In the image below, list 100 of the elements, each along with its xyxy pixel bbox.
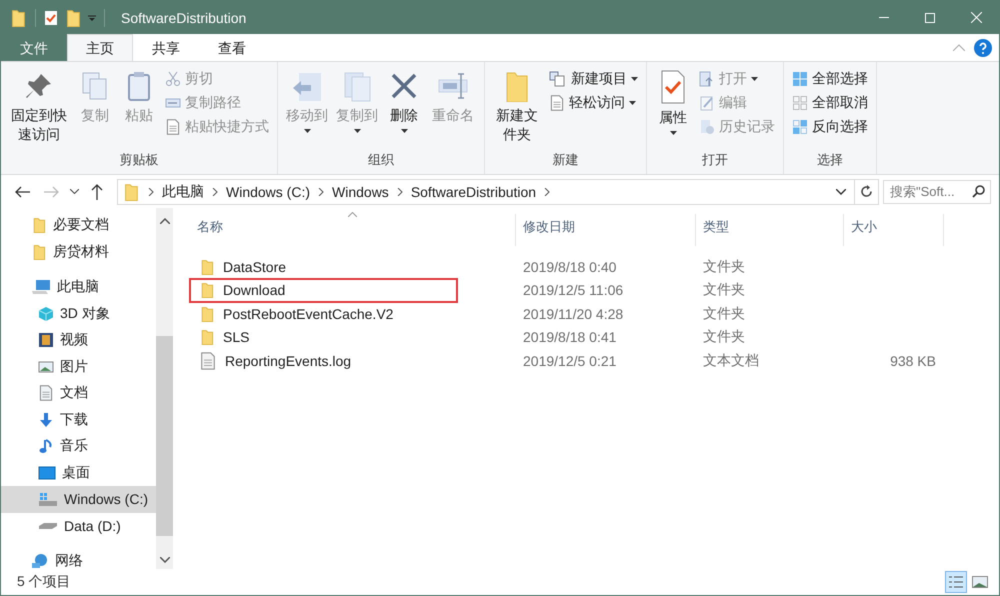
ribbon-button[interactable]: 反向选择 [790,116,870,138]
sidebar-item[interactable]: 此电脑 [1,274,156,300]
group-label: 新建 [552,151,580,169]
ribbon-button[interactable]: 全部取消 [790,92,870,114]
file-name[interactable]: PostRebootEventCache.V2 [190,306,516,322]
ribbon-button[interactable]: 属性 [653,66,693,150]
sidebar-item[interactable]: 音乐 [1,433,156,460]
address-bar[interactable]: 此电脑 Windows (C:) Windows SoftwareDistribution [117,178,879,204]
cube-icon [38,306,54,322]
caret-icon [304,129,310,133]
drive-icon [38,522,58,530]
sidebar-item[interactable]: 视频 [1,327,156,354]
sidebar-item[interactable]: Windows (C:) [1,486,156,512]
sidebar-item[interactable]: 房贷材料 [1,238,156,265]
invert-selection-icon [792,119,808,135]
drive-icon [38,491,58,508]
chevron-icon [148,188,154,196]
scrollbar[interactable] [156,208,173,569]
column-header[interactable]: 大小 [844,214,944,246]
sidebar-item[interactable]: 文档 [1,380,156,406]
sidebar-item[interactable]: 桌面 [1,460,156,486]
ribbon-button[interactable]: 固定到快速访问 [7,66,71,150]
select-none-icon [792,95,808,111]
table-cell-text: 938 KB [889,352,937,369]
ribbon-button[interactable]: 新建文件夹 [491,66,543,150]
group-label: 选择 [816,151,844,169]
image-icon [38,358,54,375]
file-name[interactable]: SLS [190,329,516,346]
ribbon-button[interactable]: 新建项目 [547,68,640,90]
ribbon-button[interactable]: 全部选择 [790,68,870,90]
table-cell-text: 文件夹 [702,258,746,276]
ribbon-tab[interactable]: 主页 [67,34,133,62]
document-icon [199,352,217,370]
search-field[interactable]: 搜索"Soft... [883,180,991,204]
file-name[interactable]: Download [190,282,516,298]
folder-icon [122,182,140,200]
caret-icon [631,77,638,81]
large-icons-view-icon [972,576,988,588]
down-arrow-icon [38,412,54,428]
table-cell-text: 文件夹 [702,281,746,300]
folder-icon [199,329,215,346]
close-icon [970,12,982,23]
back-arrow-icon [15,186,31,198]
dropdown-icon [836,188,846,194]
chevron-down-icon [70,189,78,194]
chevron-icon [212,188,218,196]
chevron-icon [396,188,403,196]
ribbon-button[interactable]: 轻松访问 [547,92,640,114]
checkmark-document-icon [44,10,58,26]
caret-icon [670,131,676,135]
caret-icon [751,77,758,81]
breadcrumb[interactable]: Windows (C:) [226,184,310,200]
column-header[interactable]: 名称 [190,214,516,246]
column-header[interactable]: 修改日期 [516,214,696,246]
move-icon [291,70,323,102]
select-all-icon [792,71,808,87]
table-cell-text: 2019/11/20 4:28 [522,306,624,322]
network-icon [31,553,49,569]
up-arrow-icon [91,184,103,200]
table-cell-text: 2019/12/5 11:06 [522,282,624,298]
minimize-icon [879,17,889,18]
ribbon-tab[interactable]: 文件 [1,34,67,62]
maximize-icon [925,12,935,22]
scroll-up-icon [160,218,170,224]
file-name[interactable]: DataStore [190,258,516,275]
breadcrumb[interactable]: SoftwareDistribution [410,184,536,200]
film-icon [38,332,54,348]
table-cell-text: 文本文档 [702,352,760,370]
sidebar-item[interactable]: 3D 对象 [1,300,156,327]
new-item-icon [549,71,567,87]
sidebar-item[interactable]: 下载 [1,406,156,433]
shortcut-icon [165,119,181,135]
scissors-icon [165,71,181,87]
breadcrumb[interactable]: 此电脑 [162,182,204,200]
folder-icon [199,306,215,322]
folder-icon [31,244,47,260]
group-label: 剪贴板 [118,151,160,169]
sidebar-item[interactable]: 网络 [1,548,156,569]
sidebar-item[interactable]: 必要文档 [1,212,156,238]
sidebar-item[interactable]: Data (D:) [1,512,156,539]
caret-icon [400,129,408,133]
sidebar-item[interactable]: 图片 [1,354,156,380]
breadcrumb[interactable]: Windows [332,184,389,200]
search-icon [972,184,985,198]
edit-icon [699,95,715,111]
forward-arrow-icon [43,186,59,198]
chevron-icon [544,188,550,196]
folder-icon [9,8,27,26]
caret-icon [88,14,96,22]
column-header[interactable]: 类型 [696,214,844,246]
computer-icon [31,279,51,296]
view-button[interactable] [945,571,967,593]
table-cell-text: 文件夹 [702,304,746,323]
ribbon-button[interactable]: 删除 [384,66,424,150]
file-name[interactable]: ReportingEvents.log [190,352,516,370]
group-label: 打开 [701,151,729,169]
caret-icon [629,101,636,105]
table-cell-text: 2019/8/18 0:41 [522,329,618,346]
chevron-up-icon [953,44,965,51]
details-view-icon [948,575,964,589]
